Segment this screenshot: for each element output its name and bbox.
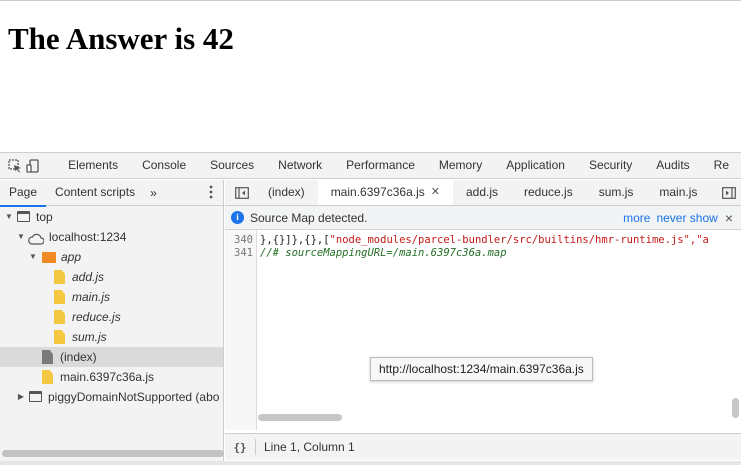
tree-item-host[interactable]: ▼ localhost:1234 [0, 227, 223, 247]
editor-tab-index[interactable]: (index) [255, 180, 318, 205]
tab-sources[interactable]: Sources [198, 153, 267, 178]
infobar-actions: more never show × [617, 206, 733, 230]
nav-tab-content-scripts[interactable]: Content scripts [46, 180, 144, 206]
info-icon: i [231, 211, 244, 224]
infobar-message: Source Map detected. [250, 210, 368, 225]
editor-tab-add[interactable]: add.js [453, 180, 511, 205]
inspect-icon[interactable] [8, 157, 22, 175]
code-text: },{}]},{},[ [260, 234, 330, 246]
tab-url-tooltip: http://localhost:1234/main.6397c36a.js [370, 357, 593, 381]
drawer-edge [0, 461, 741, 465]
tree-item-frame[interactable]: ▶ piggyDomainNotSupported (abo [0, 387, 223, 407]
expand-triangle-icon[interactable]: ▼ [28, 247, 38, 267]
devtools-panel: Elements Console Sources Network Perform… [0, 152, 741, 465]
infobar-close-button[interactable]: × [725, 210, 733, 226]
code-line[interactable]: 341 //# sourceMappingURL=/main.6397c36a.m… [225, 247, 507, 260]
tab-elements[interactable]: Elements [56, 153, 130, 178]
navigator-tabs: Page Content scripts » [0, 180, 223, 207]
editor-status-bar: {} Line 1, Column 1 [225, 433, 741, 460]
tree-label: sum.js [72, 330, 107, 344]
file-icon [54, 310, 65, 324]
debugger-toggle-icon[interactable] [720, 184, 738, 202]
file-icon [54, 270, 65, 284]
tree-label: app [61, 250, 82, 264]
frame-icon [17, 211, 31, 223]
code-string: "node_modules/parcel-bundler/src/builtin… [329, 234, 709, 246]
tab-console[interactable]: Console [130, 153, 198, 178]
editor-vertical-scrollbar[interactable] [732, 398, 739, 418]
tree-label: top [36, 210, 53, 224]
tree-label: add.js [72, 270, 105, 284]
file-icon [42, 370, 53, 384]
code-comment: //# sourceMappingURL=/main.6397c36a.map [260, 247, 507, 259]
tree-item-index[interactable]: (index) [0, 347, 223, 367]
frame-icon [29, 391, 43, 403]
editor-tab-reduce[interactable]: reduce.js [511, 180, 586, 205]
page-content: The Answer is 42 [0, 0, 741, 152]
nav-tab-page[interactable]: Page [0, 180, 47, 207]
tree-item-file[interactable]: reduce.js [0, 307, 223, 327]
editor-tabs: (index) main.6397c36a.js ✕ add.js reduce… [225, 180, 741, 206]
navigator-horizontal-scrollbar[interactable] [2, 450, 224, 457]
nav-more-tabs-button[interactable]: » [144, 186, 163, 200]
editor-tab-main[interactable]: main.js [646, 180, 710, 205]
navigator-pane: Page Content scripts » ▼ top ▼ localhost… [0, 180, 224, 465]
line-number: 341 [234, 247, 253, 259]
cloud-icon [28, 231, 45, 245]
file-icon [54, 330, 65, 344]
editor-horizontal-scrollbar[interactable] [258, 414, 342, 421]
line-number: 340 [234, 234, 253, 246]
folder-icon [42, 251, 56, 263]
tree-item-app-folder[interactable]: ▼ app [0, 247, 223, 267]
tab-security[interactable]: Security [577, 153, 644, 178]
editor-tab-main-bundle[interactable]: main.6397c36a.js ✕ [317, 180, 454, 205]
tree-item-top[interactable]: ▼ top [0, 207, 223, 227]
tree-label: piggyDomainNotSupported (abo [48, 390, 220, 404]
tree-label: main.6397c36a.js [60, 370, 155, 384]
code-line[interactable]: 340 },{}]},{},["node_modules/parcel-bundl… [225, 234, 709, 247]
tree-item-file[interactable]: main.js [0, 287, 223, 307]
expand-triangle-icon[interactable]: ▼ [4, 207, 14, 227]
tree-label: (index) [60, 350, 97, 364]
tree-label: main.js [72, 290, 111, 304]
device-toggle-icon[interactable] [26, 157, 40, 175]
devtools-main-tabs: Elements Console Sources Network Perform… [0, 153, 741, 179]
code-editor[interactable]: 340 },{}]},{},["node_modules/parcel-bundl… [225, 230, 741, 430]
expand-triangle-icon[interactable]: ▼ [16, 227, 26, 247]
sidebar-toggle-icon[interactable] [233, 184, 251, 202]
page-heading: The Answer is 42 [8, 21, 234, 56]
editor-tab-label: main.6397c36a.js [330, 185, 425, 199]
tab-application[interactable]: Application [494, 153, 577, 178]
tree-item-file[interactable]: add.js [0, 267, 223, 287]
editor-tab-sum[interactable]: sum.js [586, 180, 647, 205]
tree-item-file[interactable]: sum.js [0, 327, 223, 347]
close-icon[interactable]: ✕ [431, 180, 440, 205]
kebab-menu-icon[interactable] [209, 185, 213, 202]
collapse-triangle-icon[interactable]: ▶ [16, 387, 26, 407]
tab-memory[interactable]: Memory [427, 153, 494, 178]
tab-audits[interactable]: Audits [644, 153, 701, 178]
infobar-more-link[interactable]: more [623, 211, 650, 225]
tree-label: localhost:1234 [49, 230, 127, 244]
tree-label: reduce.js [72, 310, 121, 324]
tree-item-bundle[interactable]: main.6397c36a.js [0, 367, 223, 387]
file-tree: ▼ top ▼ localhost:1234 ▼ app add.js main… [0, 206, 223, 407]
source-map-infobar: i Source Map detected. more never show × [225, 206, 741, 230]
tab-overflow[interactable]: Re [702, 153, 741, 178]
pretty-print-button[interactable]: {} [225, 441, 255, 454]
cursor-position: Line 1, Column 1 [264, 440, 355, 454]
tab-network[interactable]: Network [266, 153, 334, 178]
status-divider [255, 439, 256, 455]
file-icon [42, 350, 53, 364]
file-icon [54, 290, 65, 304]
tab-performance[interactable]: Performance [334, 153, 427, 178]
line-number-gutter [225, 230, 257, 430]
infobar-never-show-link[interactable]: never show [656, 211, 717, 225]
